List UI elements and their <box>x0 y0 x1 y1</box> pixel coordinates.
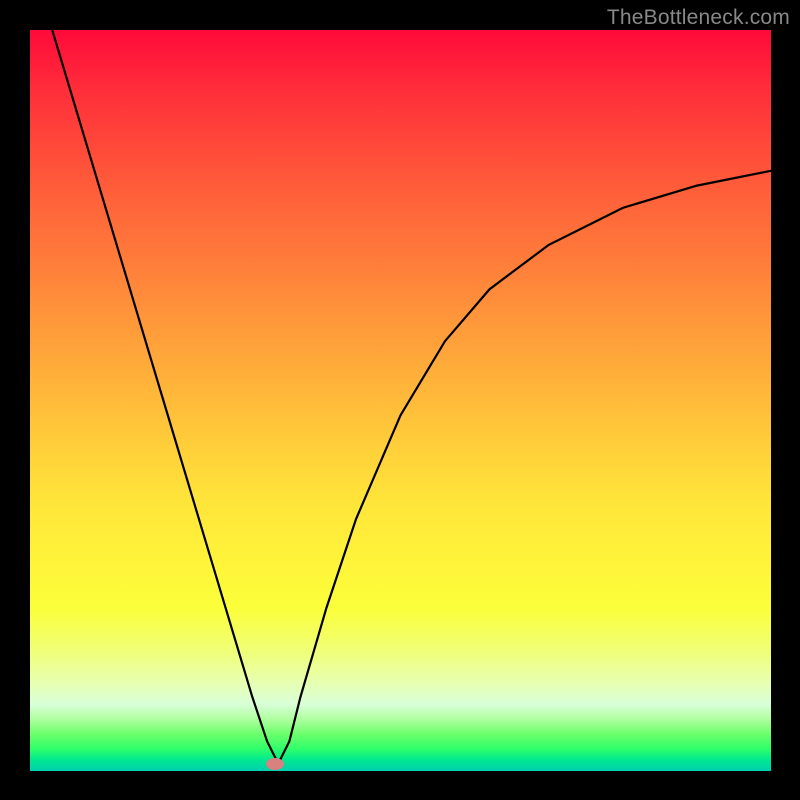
optimal-marker <box>266 758 284 770</box>
watermark-text: TheBottleneck.com <box>607 6 790 30</box>
chart-frame: TheBottleneck.com <box>0 0 800 800</box>
curve-path <box>52 30 771 764</box>
plot-area <box>30 30 771 771</box>
bottleneck-curve <box>30 30 771 771</box>
